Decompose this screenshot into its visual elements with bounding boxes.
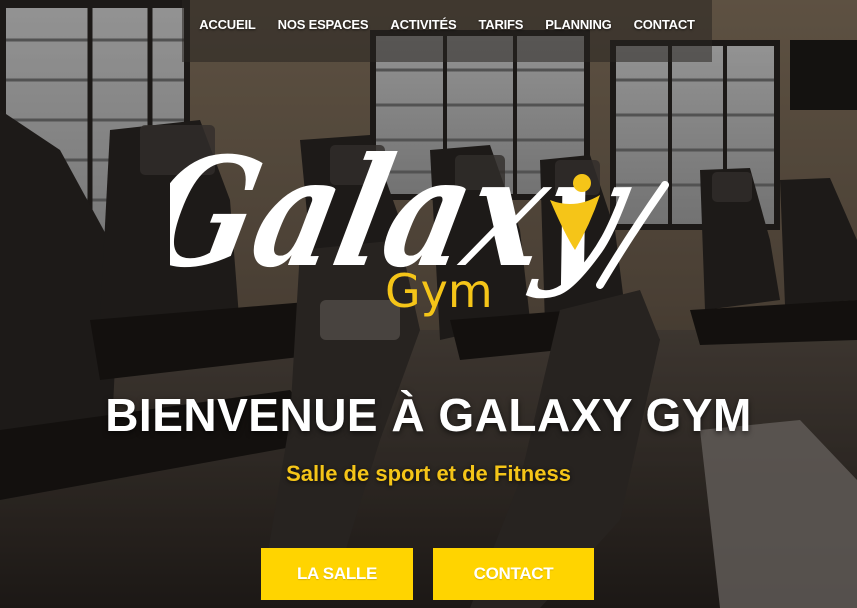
logo-gym-text: Gym [385,264,493,318]
hero-section: ACCUEIL NOS ESPACES ACTIVITÉS TARIFS PLA… [0,0,857,608]
nav-item-contact[interactable]: CONTACT [634,17,695,32]
nav-item-planning[interactable]: PLANNING [545,17,611,32]
contact-button[interactable]: CONTACT [433,548,594,600]
nav-item-accueil[interactable]: ACCUEIL [199,17,256,32]
nav-item-activites[interactable]: ACTIVITÉS [390,17,456,32]
hero-subtitle: Salle de sport et de Fitness [286,461,571,486]
main-nav: ACCUEIL NOS ESPACES ACTIVITÉS TARIFS PLA… [182,0,712,62]
nav-item-nos-espaces[interactable]: NOS ESPACES [278,17,369,32]
hero-title: BIENVENUE À GALAXY GYM [105,389,752,441]
galaxy-gym-logo: Galaxy Gym [170,125,669,318]
nav-item-tarifs[interactable]: TARIFS [478,17,523,32]
la-salle-button[interactable]: LA SALLE [261,548,413,600]
